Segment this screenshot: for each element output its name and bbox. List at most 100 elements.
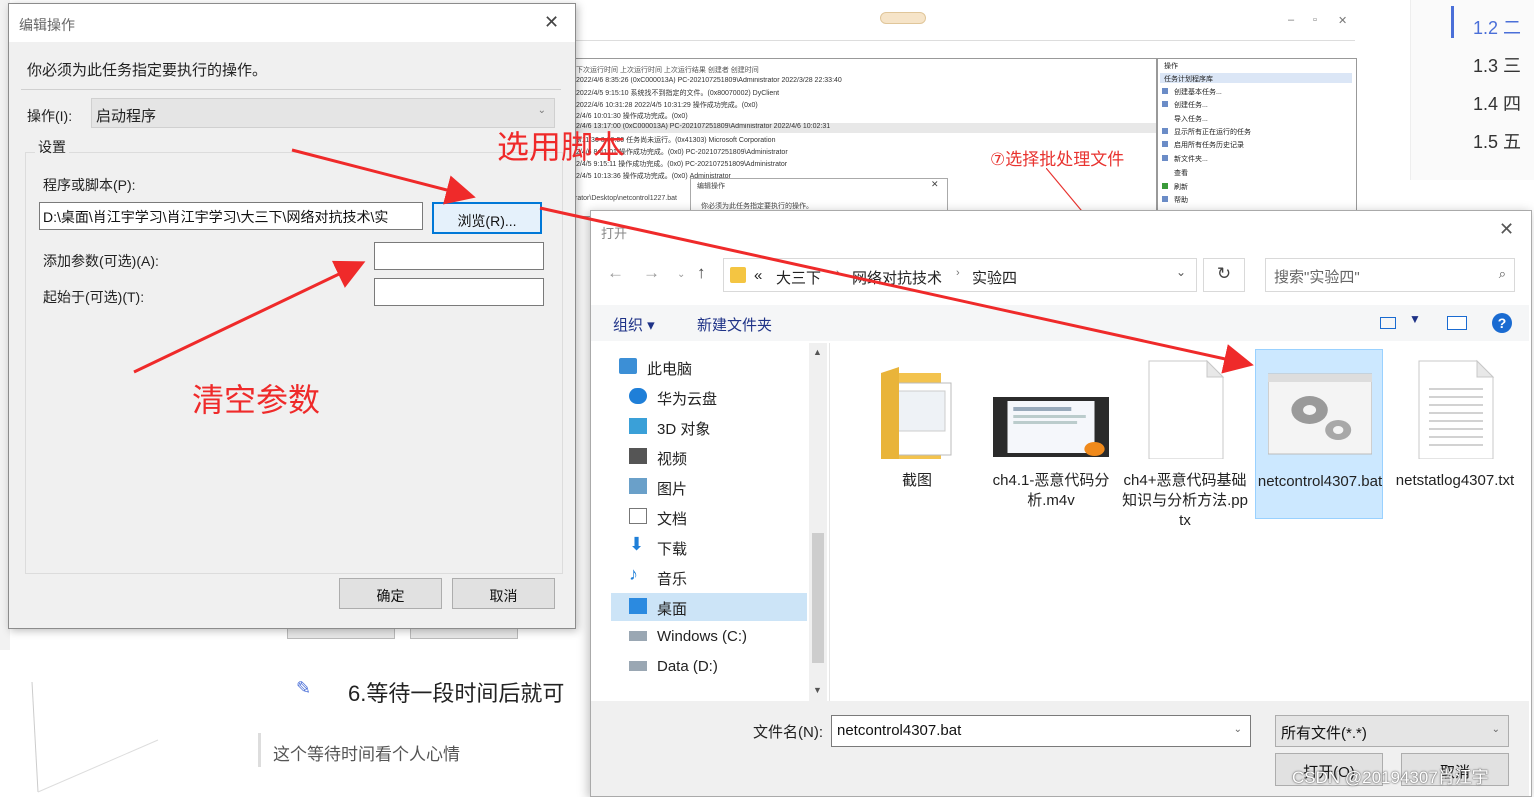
file-item[interactable]: ch4+恶意代码基础知识与分析方法.pptx xyxy=(1121,351,1249,529)
toc-active-indicator xyxy=(1451,6,1454,38)
file-item-selected[interactable]: netcontrol4307.bat xyxy=(1255,349,1383,519)
edit-action-dialog: 编辑操作 ✕ 你必须为此任务指定要执行的操作。 操作(I): 启动程序 ⌄ 设置… xyxy=(8,3,576,629)
dialog-titlebar: 编辑操作 ✕ xyxy=(9,4,575,42)
background-dialog-close-icon: ✕ xyxy=(931,179,939,189)
action-select[interactable]: 启动程序 ⌄ xyxy=(91,98,555,128)
annotation-clear-args: 清空参数 xyxy=(192,382,321,418)
close-icon[interactable]: ✕ xyxy=(1499,219,1514,240)
nav-item-music[interactable]: ♪ 音乐 xyxy=(629,563,809,591)
text-file-icon xyxy=(1418,359,1495,459)
view-dropdown-icon[interactable]: ▼ xyxy=(1409,312,1421,326)
breadcrumb-overflow[interactable]: « xyxy=(754,267,762,284)
desktop-icon xyxy=(629,598,647,614)
breadcrumb-item[interactable]: 大三下 xyxy=(776,267,821,288)
nav-item-documents[interactable]: 文档 xyxy=(629,503,809,531)
maximize-icon[interactable]: ▫ xyxy=(1313,14,1317,26)
preview-pane-icon[interactable] xyxy=(1447,316,1467,330)
dialog-message: 你必须为此任务指定要执行的操作。 xyxy=(27,62,268,79)
file-item[interactable]: 截图 xyxy=(853,351,981,521)
minimize-icon[interactable]: – xyxy=(1288,14,1294,26)
blog-quote-text: 这个等待时间看个人心情 xyxy=(273,745,460,764)
nav-item-huawei-cloud[interactable]: 华为云盘 xyxy=(629,383,809,411)
view-options-icon[interactable] xyxy=(1380,317,1396,329)
cancel-button[interactable]: 取消 xyxy=(452,578,555,609)
browse-button[interactable]: 浏览(R)... xyxy=(432,202,542,234)
nav-item-3d-objects[interactable]: 3D 对象 xyxy=(629,413,809,441)
scroll-down-icon[interactable]: ▼ xyxy=(813,685,822,695)
ok-button[interactable]: 确定 xyxy=(339,578,442,609)
watermark: CSDN @20194307肖江宇 xyxy=(1292,768,1489,787)
program-label: 程序或脚本(P): xyxy=(43,177,136,193)
breadcrumb-separator-icon: › xyxy=(836,267,840,279)
toc-item[interactable]: 1.3 三 xyxy=(1473,52,1521,78)
settings-label: 设置 xyxy=(35,137,69,157)
toc-item[interactable]: 1.4 四 xyxy=(1473,90,1521,116)
file-type-value: 所有文件(*.*) xyxy=(1281,725,1367,742)
new-folder-button[interactable]: 新建文件夹 xyxy=(697,314,772,335)
file-name: netcontrol4307.bat xyxy=(1257,473,1383,490)
chevron-down-icon[interactable]: ⌄ xyxy=(1176,265,1186,279)
nav-item-videos[interactable]: 视频 xyxy=(629,443,809,471)
up-arrow-icon[interactable]: ↑ xyxy=(697,263,706,283)
video-icon xyxy=(629,448,647,464)
file-item[interactable]: ch4.1-恶意代码分析.m4v xyxy=(987,351,1115,521)
dialog-title: 打开 xyxy=(601,226,628,241)
toc-item[interactable]: 1.2 二 xyxy=(1473,14,1521,40)
close-icon[interactable]: ✕ xyxy=(544,12,559,33)
search-input[interactable]: 搜索"实验四" ⌕ xyxy=(1265,258,1515,292)
search-icon: ⌕ xyxy=(1498,266,1506,281)
nav-item-pictures[interactable]: 图片 xyxy=(629,473,809,501)
picture-icon xyxy=(629,478,647,494)
toc-item[interactable]: 1.5 五 xyxy=(1473,128,1521,154)
file-name: ch4.1-恶意代码分析.m4v xyxy=(992,472,1110,509)
music-icon: ♪ xyxy=(629,564,638,584)
cloud-icon xyxy=(629,388,647,404)
blank-file-icon xyxy=(1148,359,1225,459)
arguments-label: 添加参数(可选)(A): xyxy=(43,253,159,269)
drive-icon xyxy=(629,661,647,671)
breadcrumb-item[interactable]: 实验四 xyxy=(972,267,1017,288)
nav-scrollbar[interactable]: ▲ ▼ xyxy=(809,343,827,701)
document-icon xyxy=(629,508,647,524)
open-file-dialog: 打开 ✕ ← → ⌄ ↑ « 大三下 › 网络对抗技术 › 实验四 ⌄ ↻ 搜索… xyxy=(590,210,1532,797)
task-scheduler-titlebar xyxy=(575,0,1355,41)
chevron-down-icon[interactable]: ⌄ xyxy=(1234,724,1242,735)
breadcrumb-item[interactable]: 网络对抗技术 xyxy=(852,267,942,288)
forward-arrow-icon[interactable]: → xyxy=(643,263,660,283)
folder-icon xyxy=(730,267,746,283)
close-icon[interactable]: ✕ xyxy=(1338,14,1347,27)
navigation-pane: 此电脑 华为云盘 3D 对象 视频 图片 文档 ⬇ 下载 ♪ 音乐 桌面 Win… xyxy=(591,343,829,701)
dialog-title: 编辑操作 xyxy=(19,17,75,33)
nav-item-drive-c[interactable]: Windows (C:) xyxy=(629,623,809,651)
nav-item-desktop[interactable]: 桌面 xyxy=(611,593,807,621)
arguments-input[interactable] xyxy=(374,242,544,270)
scrollbar-thumb[interactable] xyxy=(812,533,824,663)
file-type-select[interactable]: 所有文件(*.*) ⌄ xyxy=(1275,715,1509,747)
start-in-label: 起始于(可选)(T): xyxy=(43,289,145,305)
nav-item-drive-d[interactable]: Data (D:) xyxy=(629,653,809,681)
program-path-input[interactable]: D:\桌面\肖江宇学习\肖江宇学习\大三下\网络对抗技术\实 xyxy=(39,202,423,230)
file-item[interactable]: netstatlog4307.txt xyxy=(1391,351,1519,521)
divider xyxy=(21,89,561,90)
filename-input[interactable]: netcontrol4307.bat ⌄ xyxy=(831,715,1251,747)
recent-chevron-icon[interactable]: ⌄ xyxy=(677,269,685,280)
chevron-down-icon: ⌄ xyxy=(537,105,546,116)
back-arrow-icon[interactable]: ← xyxy=(607,263,624,283)
address-bar[interactable]: « 大三下 › 网络对抗技术 › 实验四 ⌄ xyxy=(723,258,1197,292)
action-label: 操作(I): xyxy=(27,108,73,124)
decorative-lines xyxy=(31,681,159,793)
nav-item-downloads[interactable]: ⬇ 下载 xyxy=(629,533,809,561)
organize-button[interactable]: 组织 ▾ xyxy=(613,314,655,335)
breadcrumb-separator-icon: › xyxy=(956,267,960,279)
help-icon[interactable]: ? xyxy=(1492,313,1512,333)
cube-icon xyxy=(629,418,647,434)
scroll-up-icon[interactable]: ▲ xyxy=(813,347,822,357)
start-in-input[interactable] xyxy=(374,278,544,306)
background-dialog-title: 编辑操作 xyxy=(697,183,725,190)
refresh-icon[interactable]: ↻ xyxy=(1203,258,1245,292)
scheduler-annotation: ⑦选择批处理文件 xyxy=(990,150,1125,169)
gears-icon xyxy=(1268,373,1372,455)
download-icon: ⬇ xyxy=(629,534,645,554)
action-select-value: 启动程序 xyxy=(96,108,157,125)
nav-item-this-pc[interactable]: 此电脑 xyxy=(619,353,799,381)
